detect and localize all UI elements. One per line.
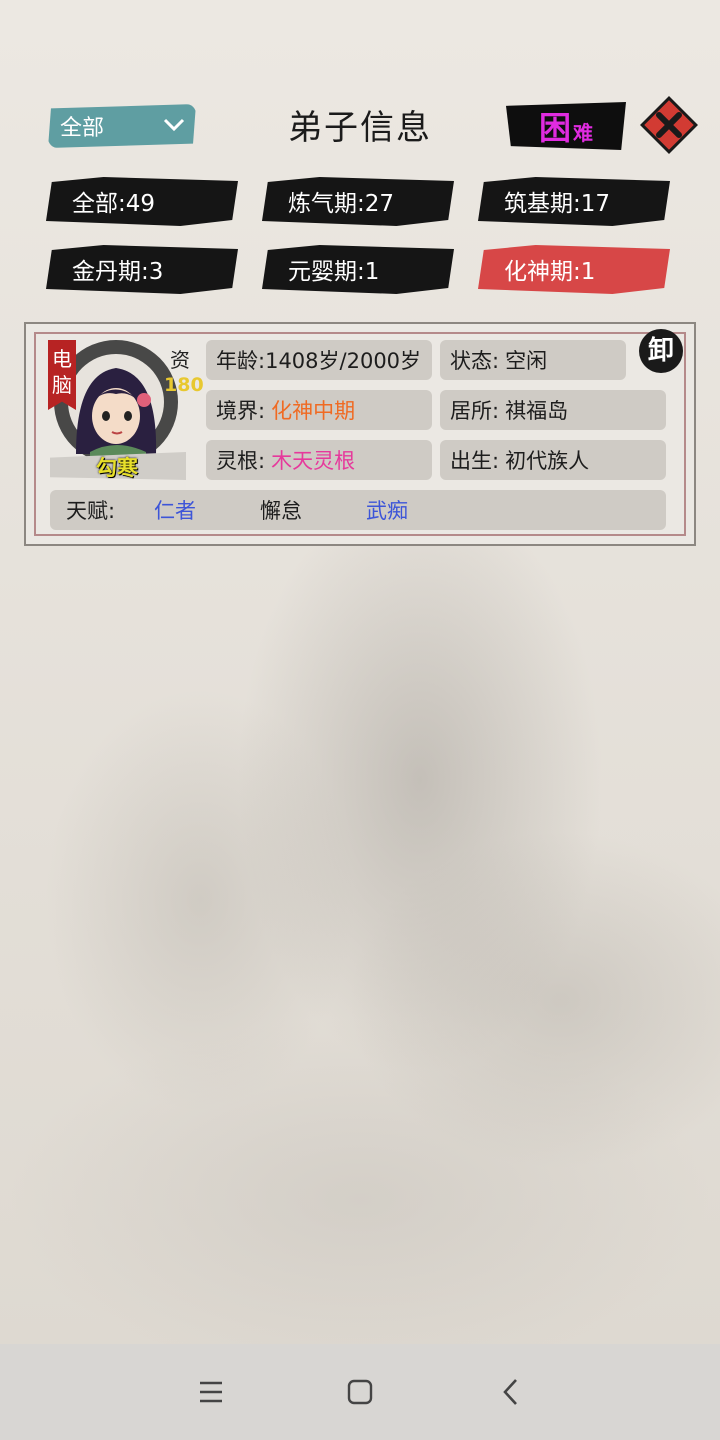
filter-chip-label: 金丹期:3 <box>72 259 164 285</box>
birth-value: 初代族人 <box>505 449 590 473</box>
filter-chip-deity-transformation[interactable]: 化神期:1 <box>478 245 670 294</box>
system-nav-bar <box>0 1344 720 1440</box>
disciple-name: 勾寒 <box>96 456 138 480</box>
status-value: 空闲 <box>505 349 548 373</box>
close-icon[interactable] <box>640 96 698 154</box>
filter-chip-nascent-soul[interactable]: 元婴期:1 <box>262 245 454 294</box>
filter-chip-foundation[interactable]: 筑基期:17 <box>478 177 670 226</box>
difficulty-main-char: 困 <box>538 109 571 147</box>
residence-field: 居所: 祺福岛 <box>440 390 666 430</box>
residence-value: 祺福岛 <box>505 399 569 423</box>
age-field: 年龄: 1408岁/2000岁 <box>206 340 432 380</box>
spirit-root-field: 灵根: 木天灵根 <box>206 440 432 480</box>
filter-chip-label: 化神期:1 <box>504 259 596 285</box>
filter-chip-all[interactable]: 全部:49 <box>46 177 238 226</box>
back-icon[interactable] <box>500 1378 522 1406</box>
filter-chip-qi-refining[interactable]: 炼气期:27 <box>262 177 454 226</box>
age-label: 年龄: <box>216 349 266 373</box>
spirit-root-label: 灵根: <box>216 449 266 473</box>
filter-chip-label: 炼气期:27 <box>288 191 395 217</box>
talent-item[interactable]: 武痴 <box>366 495 408 525</box>
aptitude-value: 180 <box>164 374 204 396</box>
stage-filter-dropdown[interactable]: 全部 <box>48 104 196 148</box>
spirit-root-value: 木天灵根 <box>271 449 356 473</box>
birth-field: 出生: 初代族人 <box>440 440 666 480</box>
filter-chip-label: 筑基期:17 <box>504 191 611 217</box>
controller-tag: 电脑 <box>48 340 76 410</box>
dismiss-seal-icon[interactable]: 卸 <box>636 326 686 376</box>
dropdown-selected-label: 全部 <box>60 116 105 141</box>
home-icon[interactable] <box>347 1379 373 1405</box>
age-value: 1408岁/2000岁 <box>265 349 422 373</box>
difficulty-badge[interactable]: 困 难 <box>506 102 626 150</box>
status-field: 状态: 空闲 <box>440 340 626 380</box>
realm-value: 化神中期 <box>271 399 356 423</box>
talent-item[interactable]: 懈怠 <box>260 495 302 525</box>
status-label: 状态: <box>450 349 500 373</box>
menu-icon[interactable] <box>198 1380 224 1404</box>
filter-chip-golden-core[interactable]: 金丹期:3 <box>46 245 238 294</box>
filter-chip-label: 全部:49 <box>72 191 156 217</box>
page-title: 弟子信息 <box>288 108 432 148</box>
realm-label: 境界: <box>216 399 266 423</box>
difficulty-sub-char: 难 <box>573 120 593 145</box>
realm-field: 境界: 化神中期 <box>206 390 432 430</box>
birth-label: 出生: <box>450 449 500 473</box>
filter-chip-label: 元婴期:1 <box>288 259 380 285</box>
talent-label: 天赋: <box>66 499 116 523</box>
chevron-down-icon <box>163 118 185 132</box>
talent-item[interactable]: 仁者 <box>154 495 196 525</box>
seal-char: 卸 <box>647 336 674 366</box>
talent-field: 天赋: 仁者 懈怠 武痴 <box>50 490 666 530</box>
aptitude-label: 资 <box>170 348 190 372</box>
residence-label: 居所: <box>450 399 500 423</box>
